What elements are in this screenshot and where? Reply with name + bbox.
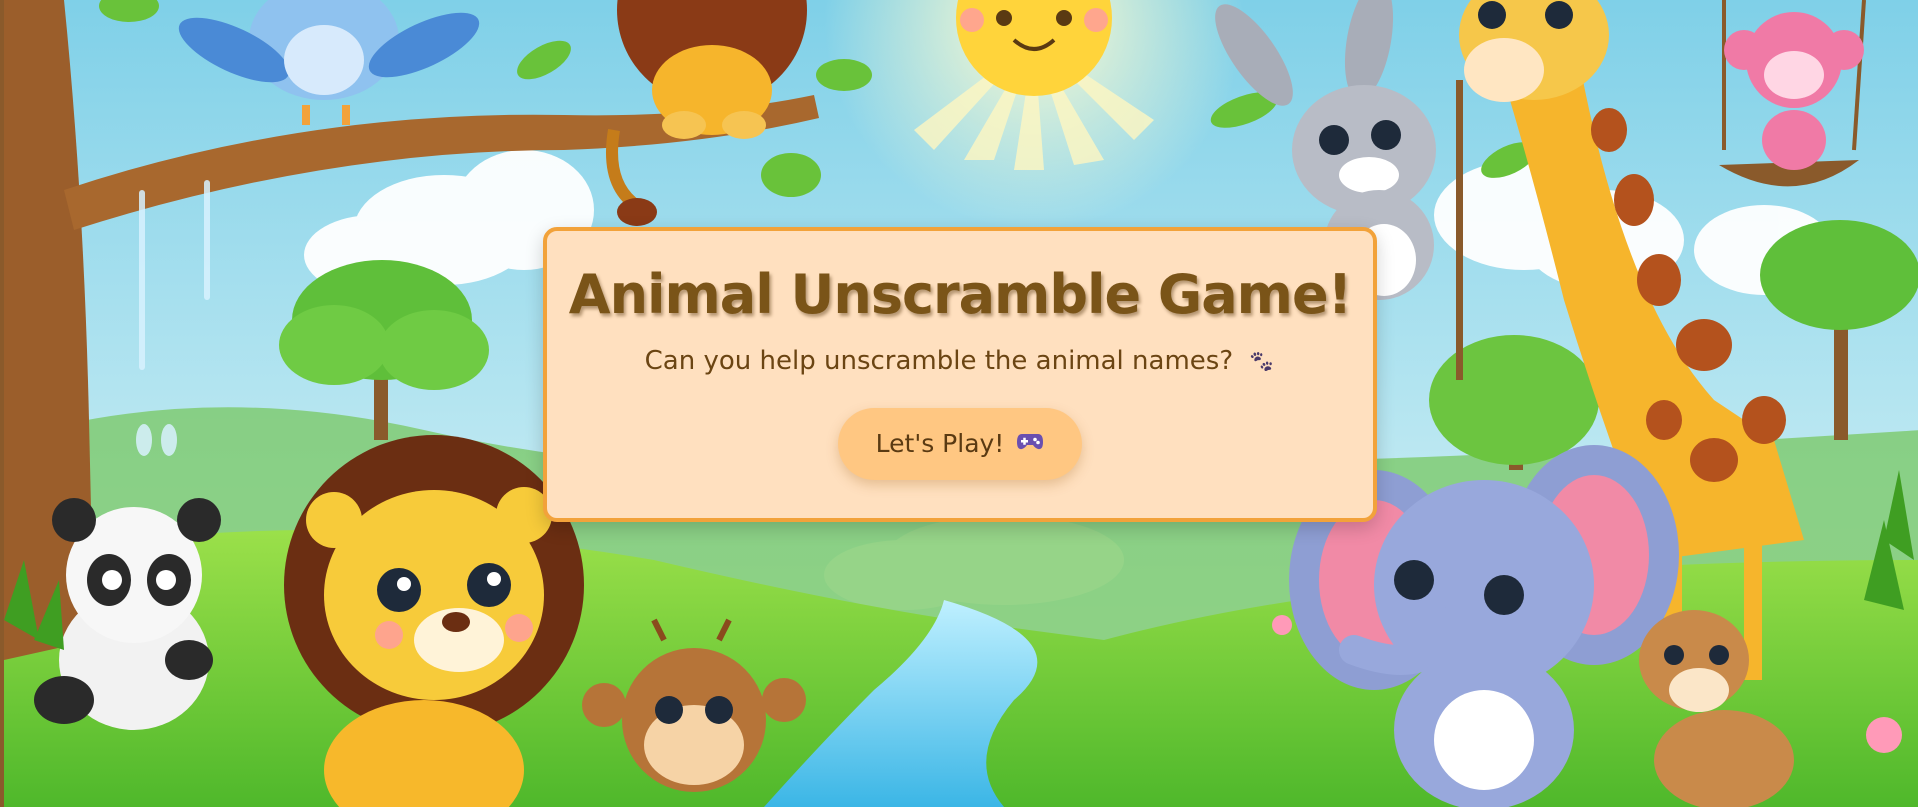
subtitle-text: Can you help unscramble the animal names… [644,346,1234,377]
gamepad-icon [1016,429,1044,458]
start-dialog: Animal Unscramble Game! Can you help uns… [543,227,1377,522]
lets-play-button[interactable]: Let's Play! [838,407,1082,480]
paw-icon: 🐾︎ [1247,350,1276,376]
game-title: Animal Unscramble Game! [568,263,1352,326]
play-button-label: Let's Play! [875,429,1005,459]
game-subtitle: Can you help unscramble the animal names… [547,346,1373,377]
